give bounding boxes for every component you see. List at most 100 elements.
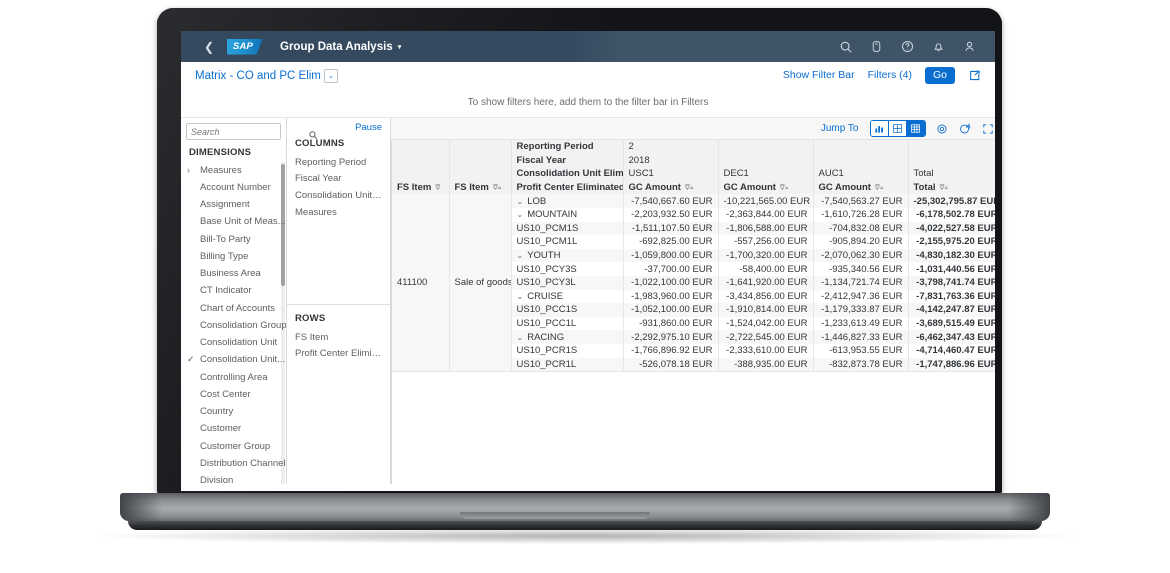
dimension-item[interactable]: Account Number — [181, 179, 286, 196]
rows-items: FS Item Profit Center Eliminated — [287, 329, 390, 362]
variant-chevron-down-icon[interactable]: ⌄ — [323, 68, 338, 83]
share-icon[interactable] — [968, 69, 981, 82]
row-field-item[interactable]: Profit Center Eliminated — [287, 346, 390, 363]
dimension-item[interactable]: Consolidation Unit — [181, 335, 286, 352]
sort-filter-icon[interactable]: ⩢▵ — [940, 183, 949, 192]
dimension-item[interactable]: Cost Center — [181, 386, 286, 403]
pivot-col-header-profit-center[interactable]: Profit Center Eliminated⩢▵ — [511, 180, 624, 195]
dimension-item[interactable]: Customer Group — [181, 438, 286, 455]
chevron-down-icon[interactable]: ⌄ — [517, 333, 524, 342]
pivot-value-cell: -1,766,896.92 EUR — [623, 343, 719, 358]
dimension-item[interactable]: Country — [181, 404, 286, 421]
dimension-item[interactable]: Business Area — [181, 266, 286, 283]
gear-icon[interactable] — [935, 122, 949, 136]
pivot-col-header-fs-item-text[interactable]: FS Item ⩢▵ — [449, 180, 512, 195]
dimension-item[interactable]: Consolidation Group — [181, 317, 286, 334]
show-filter-bar-link[interactable]: Show Filter Bar — [783, 69, 855, 81]
jump-to-link[interactable]: Jump To — [821, 123, 859, 134]
go-button[interactable]: Go — [924, 67, 955, 84]
notification-icon[interactable] — [931, 39, 946, 54]
pivot-corner-cell — [449, 167, 512, 181]
pivot-col-header-measure-0[interactable]: GC Amount ⩢▵ — [623, 180, 719, 195]
chevron-down-icon[interactable]: ⌄ — [517, 210, 524, 219]
pivot-value-cell: -388,935.00 EUR — [718, 357, 814, 372]
dimension-item[interactable]: Assignment — [181, 197, 286, 214]
pivot-row-label[interactable]: US10_PCY3L — [511, 275, 624, 290]
filters-link[interactable]: Filters (4) — [868, 69, 912, 81]
chart-table-icon[interactable] — [888, 121, 907, 136]
pivot-value-cell: -1,059,800.00 EUR — [623, 248, 719, 263]
pivot-value-cell: -1,022,100.00 EUR — [623, 275, 719, 290]
chevron-down-icon[interactable]: ⌄ — [517, 197, 524, 206]
dimension-item[interactable]: › Measures — [181, 162, 286, 179]
app-title-menu[interactable]: Group Data Analysis ▾ — [280, 41, 401, 53]
pivot-row-label[interactable]: ⌄ LOB — [511, 194, 624, 208]
dimensions-panel: DIMENSIONS › Measures Account Number Assign… — [181, 118, 318, 484]
share-lock-icon[interactable] — [958, 122, 972, 136]
table-icon[interactable] — [906, 121, 925, 136]
sort-filter-icon[interactable]: ⩢▵ — [875, 183, 884, 192]
rows-header: ROWS — [295, 313, 326, 324]
column-field-item[interactable]: Measures — [287, 204, 390, 221]
variant-title[interactable]: Matrix - CO and PC Elim — [195, 70, 321, 82]
sort-filter-icon[interactable]: ⩢ — [435, 183, 440, 192]
dimension-item[interactable]: ✓ Consolidation Unit... — [181, 352, 286, 369]
view-mode-segmented-buttons — [869, 120, 926, 137]
back-icon[interactable]: ❮ — [195, 40, 223, 54]
pivot-row-label[interactable]: US10_PCY3S — [511, 262, 624, 276]
pivot-header-row: Fiscal Year 2018 — [392, 153, 995, 168]
pivot-row-label[interactable]: US10_PCC1L — [511, 316, 624, 331]
bar-chart-icon[interactable] — [870, 121, 889, 136]
fullscreen-icon[interactable] — [981, 122, 995, 136]
sort-filter-icon[interactable]: ⩢▵ — [493, 183, 502, 192]
column-field-item[interactable]: Fiscal Year — [287, 171, 390, 188]
pivot-row-label[interactable]: ⌄ YOUTH — [511, 248, 624, 263]
columns-section: Pause COLUMNS Reporting Period Fiscal Yea… — [287, 118, 390, 305]
pivot-row-label[interactable]: US10_PCR1S — [511, 343, 624, 358]
bell-badge-icon[interactable] — [869, 39, 884, 54]
dimension-item[interactable]: Chart of Accounts — [181, 300, 286, 317]
dimensions-list[interactable]: › Measures Account Number Assignment Base Un… — [181, 162, 286, 484]
column-field-item[interactable]: Reporting Period — [287, 154, 390, 171]
pivot-row-label[interactable]: US10_PCM1L — [511, 235, 624, 249]
pivot-col-header-measure-2[interactable]: GC Amount ⩢▵ — [813, 180, 909, 195]
dimension-item-label: Business Area — [200, 268, 261, 280]
help-icon[interactable] — [900, 39, 915, 54]
dimension-item[interactable]: Division — [181, 473, 286, 484]
pivot-grid[interactable]: Reporting Period 2 Fiscal Year 2018 Consolid… — [391, 139, 995, 484]
chevron-down-icon[interactable]: ⌄ — [517, 292, 524, 301]
pivot-col-header-fs-item-key[interactable]: FS Item ⩢ — [392, 180, 450, 195]
pivot-row-label[interactable]: US10_PCM1S — [511, 221, 624, 236]
pivot-row-label[interactable]: ⌄ MOUNTAIN — [511, 207, 624, 222]
dimension-item[interactable]: Billing Type — [181, 248, 286, 265]
pivot-value-cell: -7,540,563.27 EUR — [813, 194, 909, 208]
pivot-row-label[interactable]: ⌄ CRUISE — [511, 289, 624, 304]
chevron-down-icon[interactable]: ⌄ — [517, 251, 524, 260]
dimension-item[interactable]: Controlling Area — [181, 369, 286, 386]
header-label: Profit Center Eliminated — [516, 182, 623, 194]
pivot-row-label-text: US10_PCC1L — [516, 318, 577, 330]
dimension-item[interactable]: Bill-To Party — [181, 231, 286, 248]
pivot-col-header-measure-1[interactable]: GC Amount ⩢▵ — [718, 180, 814, 195]
pivot-value-cell: -1,806,588.00 EUR — [718, 221, 814, 236]
table-row[interactable]: 411100 Sale of goods ⌄ LOB -7,540,667.60 EUR… — [392, 194, 995, 372]
pivot-row-label[interactable]: US10_PCC1S — [511, 303, 624, 317]
pivot-value-cell: -1,910,814.00 EUR — [718, 303, 814, 317]
search-icon[interactable] — [838, 39, 853, 54]
pause-link[interactable]: Pause — [355, 122, 382, 133]
search-icon[interactable] — [308, 127, 318, 139]
sort-filter-icon[interactable]: ⩢▵ — [685, 183, 694, 192]
user-icon[interactable] — [962, 39, 977, 54]
column-field-item[interactable]: Consolidation Unit Elim... — [287, 187, 390, 204]
search-input[interactable] — [191, 126, 308, 137]
sort-filter-icon[interactable]: ⩢▵ — [780, 183, 789, 192]
search-box[interactable] — [186, 123, 318, 140]
pivot-row-label[interactable]: ⌄ RACING — [511, 330, 624, 344]
pivot-row-label[interactable]: US10_PCR1L — [511, 357, 624, 372]
pivot-col-header-measure-3[interactable]: Total ⩢▵ — [908, 180, 995, 195]
dimension-item[interactable]: Distribution Channel — [181, 455, 286, 472]
dimension-item[interactable]: Customer — [181, 421, 286, 438]
row-field-item[interactable]: FS Item — [287, 329, 390, 346]
dimension-item[interactable]: Base Unit of Meas... — [181, 214, 286, 231]
dimension-item[interactable]: CT Indicator — [181, 283, 286, 300]
